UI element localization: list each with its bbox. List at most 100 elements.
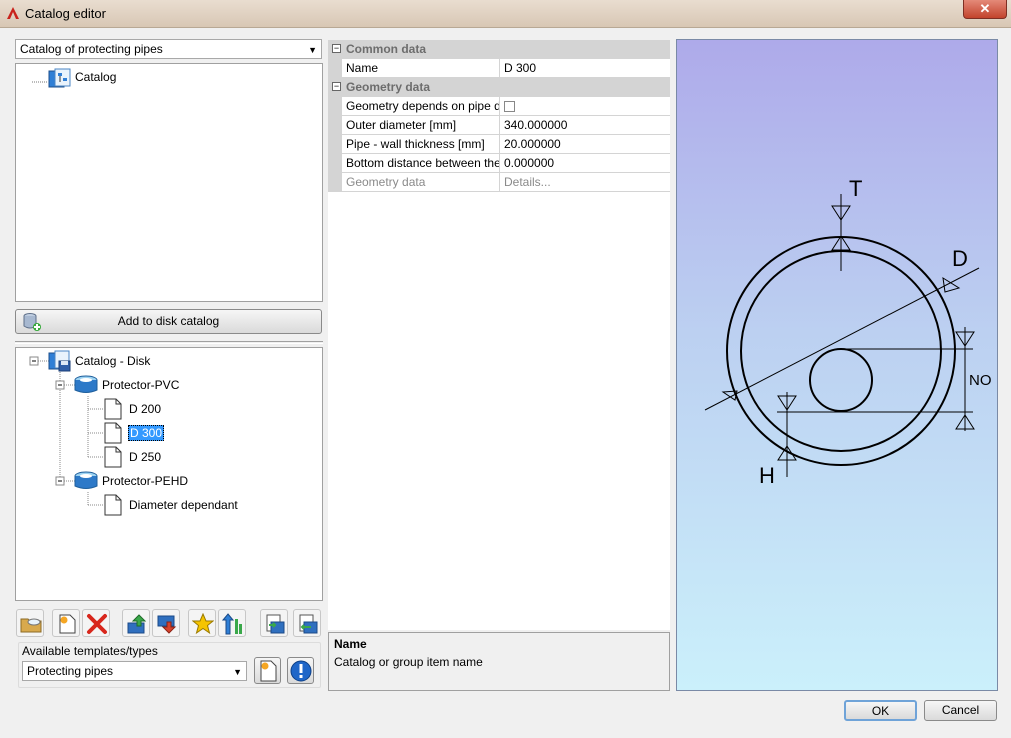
sort-icon	[222, 613, 242, 635]
add-to-disk-catalog-button[interactable]: Add to disk catalog	[15, 309, 322, 334]
property-key: Bottom distance between the	[342, 154, 500, 173]
diagram-label-d: D	[952, 246, 968, 271]
property-row-geometry-depends[interactable]: Geometry depends on pipe d	[328, 97, 670, 116]
catalog-tree[interactable]: Catalog	[15, 63, 323, 302]
tree-node-d300[interactable]: D 300	[128, 425, 165, 441]
inner-pipe-circle	[740, 250, 942, 452]
tree-node-d250[interactable]: D 250	[129, 449, 161, 465]
add-database-icon	[23, 313, 41, 331]
pipe-preview-panel: T D H NO	[676, 39, 998, 691]
tree-node-catalog-disk[interactable]: Catalog - Disk	[75, 353, 150, 369]
import-button[interactable]	[260, 609, 288, 637]
templates-select[interactable]: Protecting pipes ▼	[22, 661, 247, 681]
window-title: Catalog editor	[25, 6, 106, 21]
tree-node-protector-pehd[interactable]: Protector-PEHD	[102, 473, 188, 489]
pipe-group-icon	[74, 471, 98, 489]
tree-node-label: Catalog	[75, 70, 117, 84]
tree-node-label: D 300	[128, 425, 165, 441]
templates-label: Available templates/types	[22, 644, 158, 658]
new-folder-button[interactable]	[16, 609, 44, 637]
collapse-icon[interactable]: −	[332, 82, 341, 91]
description-text: Catalog or group item name	[334, 655, 483, 669]
disk-catalog-tree[interactable]: Catalog - Disk Protector-PVC D 200 D 300…	[15, 347, 323, 601]
cancel-button[interactable]: Cancel	[924, 700, 997, 721]
new-item-icon	[59, 614, 76, 634]
property-key: Geometry depends on pipe d	[342, 97, 500, 116]
protecting-pipe-diagram: T D H NO	[704, 176, 992, 488]
grid-gutter	[328, 97, 342, 116]
new-item-button[interactable]	[52, 609, 80, 637]
app-logo-icon	[7, 7, 19, 19]
tree-node-d200[interactable]: D 200	[129, 401, 161, 417]
grid-gutter	[328, 59, 342, 78]
tree-node-label: D 250	[129, 450, 162, 464]
property-row-name[interactable]: Name D 300	[328, 59, 670, 78]
splitter[interactable]	[15, 341, 323, 344]
move-down-icon	[157, 615, 177, 634]
category-geometry-data[interactable]: − Geometry data	[328, 78, 670, 97]
property-value-outer-diameter[interactable]: 340.000000	[500, 116, 670, 135]
tree-node-label: D 200	[129, 402, 162, 416]
pipe-group-icon	[74, 375, 98, 393]
tree-node-diameter-dependant[interactable]: Diameter dependant	[129, 497, 238, 513]
tree-node-label: Catalog - Disk	[75, 354, 151, 368]
move-down-button[interactable]	[152, 609, 180, 637]
tree-node-label: Diameter dependant	[129, 498, 238, 512]
carrier-pipe-circle	[809, 348, 873, 412]
property-row-geometry-details[interactable]: Geometry data Details...	[328, 173, 670, 192]
grid-gutter	[328, 154, 342, 173]
property-row-wall-thickness[interactable]: Pipe - wall thickness [mm] 20.000000	[328, 135, 670, 154]
close-button[interactable]: ✕	[963, 0, 1007, 19]
new-folder-icon	[20, 618, 42, 633]
catalog-icon	[48, 68, 71, 88]
property-key: Pipe - wall thickness [mm]	[342, 135, 500, 154]
move-up-button[interactable]	[122, 609, 150, 637]
grid-gutter	[328, 135, 342, 154]
geometry-depends-checkbox[interactable]	[504, 101, 515, 112]
property-row-bottom-distance[interactable]: Bottom distance between the 0.000000	[328, 154, 670, 173]
new-template-button[interactable]	[254, 657, 281, 684]
favorite-button[interactable]	[188, 609, 216, 637]
chevron-down-icon: ▼	[233, 667, 242, 677]
grid-gutter	[328, 173, 342, 192]
tree-node-label: Protector-PVC	[102, 378, 180, 392]
ok-button[interactable]: OK	[844, 700, 917, 721]
property-key: Outer diameter [mm]	[342, 116, 500, 135]
property-key: Name	[342, 59, 500, 78]
diagram-label-no: NO	[969, 372, 992, 389]
templates-select-value: Protecting pipes	[27, 664, 114, 678]
add-to-disk-catalog-label: Add to disk catalog	[117, 314, 220, 328]
move-up-icon	[127, 614, 147, 634]
document-icon	[104, 446, 122, 468]
disk-catalog-icon	[48, 350, 71, 372]
catalog-selector[interactable]: Catalog of protecting pipes ▼	[15, 39, 322, 59]
dialog-client: Catalog of protecting pipes ▼ Catalog Ad…	[0, 28, 1011, 738]
export-icon	[299, 614, 318, 634]
sort-button[interactable]	[218, 609, 246, 637]
tree-node-label: Protector-PEHD	[102, 474, 189, 488]
property-value-wall-thickness[interactable]: 20.000000	[500, 135, 670, 154]
info-icon	[290, 660, 312, 682]
new-template-icon	[260, 660, 277, 682]
diagram-label-t: T	[849, 176, 862, 201]
grid-gutter	[328, 116, 342, 135]
import-icon	[266, 614, 285, 634]
property-description: Name Catalog or group item name	[328, 632, 670, 691]
property-value-name[interactable]: D 300	[500, 59, 670, 78]
property-row-outer-diameter[interactable]: Outer diameter [mm] 340.000000	[328, 116, 670, 135]
property-value-bottom-distance[interactable]: 0.000000	[500, 154, 670, 173]
description-title: Name	[334, 637, 367, 651]
tree-node-catalog[interactable]: Catalog	[75, 69, 116, 85]
category-common-data[interactable]: − Common data	[328, 40, 670, 59]
property-grid[interactable]: − Common data Name D 300 − Geometry data…	[328, 40, 670, 630]
info-button[interactable]	[287, 657, 314, 684]
catalog-selector-value: Catalog of protecting pipes	[20, 42, 163, 56]
property-value-details[interactable]: Details...	[500, 173, 670, 192]
property-key: Geometry data	[342, 173, 500, 192]
collapse-icon[interactable]: −	[332, 44, 341, 53]
delete-button[interactable]	[82, 609, 110, 637]
tree-node-protector-pvc[interactable]: Protector-PVC	[102, 377, 179, 393]
category-label: Common data	[346, 42, 427, 56]
property-value-checkbox-cell	[500, 97, 670, 116]
export-button[interactable]	[293, 609, 321, 637]
